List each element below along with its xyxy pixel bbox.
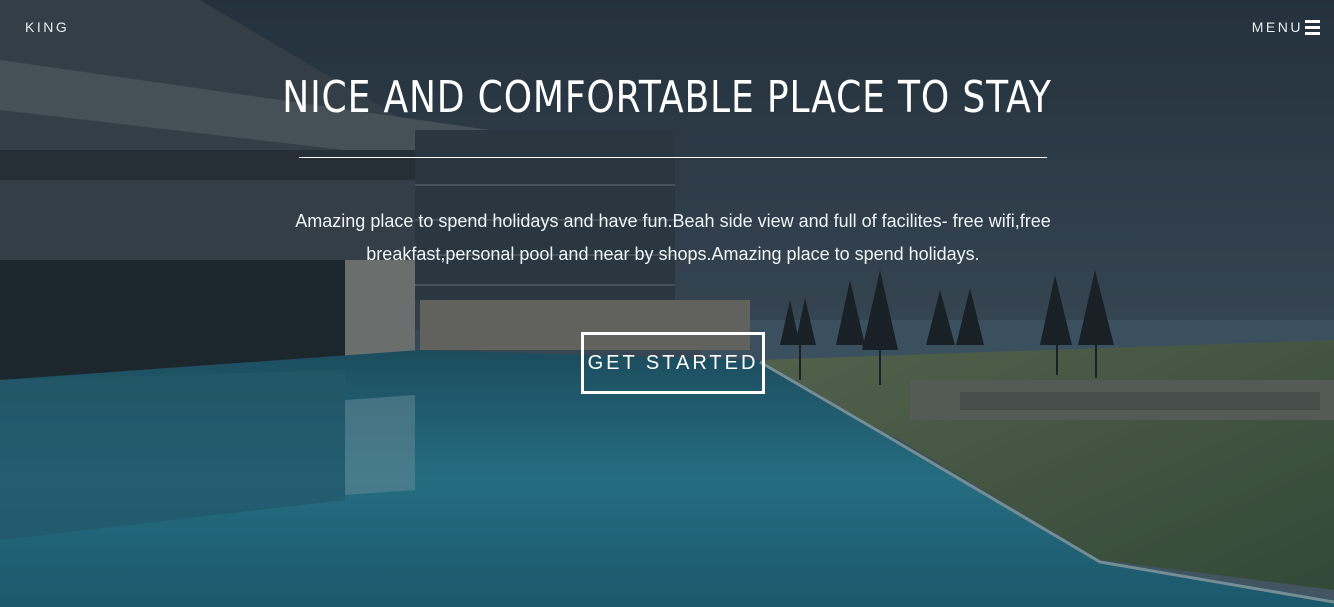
get-started-button[interactable]: GET STARTED [581,332,765,394]
hero-title: NICE AND COMFORTABLE PLACE TO STAY [282,72,1052,123]
menu-label: MENU [1251,19,1303,35]
hamburger-icon [1305,19,1320,35]
hero-section: KING MENU NICE AND COMFORTABLE PLACE TO … [0,0,1334,607]
title-divider [299,157,1047,158]
hero-description: Amazing place to spend holidays and have… [295,211,1051,264]
menu-button[interactable]: MENU [1252,19,1320,35]
brand-logo[interactable]: KING [25,19,69,35]
